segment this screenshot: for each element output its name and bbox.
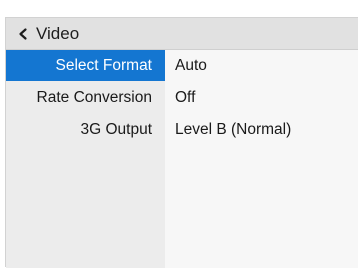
settings-labels-column: Select Format Rate Conversion 3G Output — [6, 50, 165, 268]
settings-values-column: Auto Off Level B (Normal) — [165, 50, 358, 268]
setting-label-3g-output[interactable]: 3G Output — [6, 114, 165, 145]
setting-value-select-format[interactable]: Auto — [165, 50, 358, 81]
back-button[interactable]: Video — [6, 18, 358, 50]
setting-label-rate-conversion[interactable]: Rate Conversion — [6, 82, 165, 113]
setting-value-rate-conversion[interactable]: Off — [165, 82, 358, 113]
chevron-left-icon — [19, 27, 27, 40]
setting-value-3g-output[interactable]: Level B (Normal) — [165, 114, 358, 145]
video-settings-panel: Video Select Format Rate Conversion 3G O… — [5, 17, 358, 268]
page-title: Video — [36, 23, 80, 43]
setting-label-select-format[interactable]: Select Format — [6, 50, 165, 81]
